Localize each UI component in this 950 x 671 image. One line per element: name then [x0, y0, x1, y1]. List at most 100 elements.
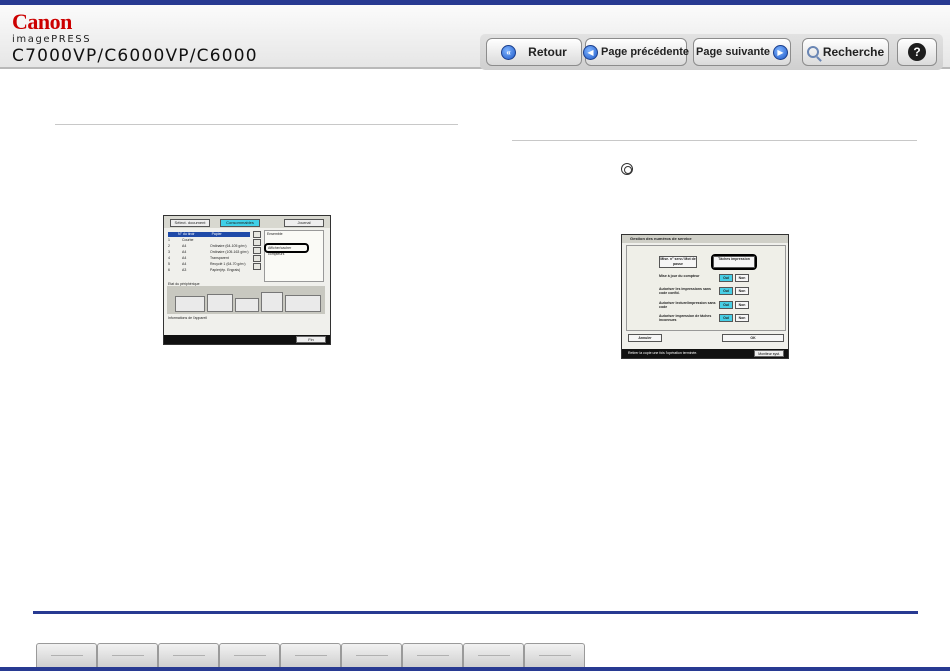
machine-illustration: [167, 286, 325, 314]
list-header-col: N° du tiroir: [178, 232, 195, 236]
highlight-box: Afficher/cacher compteurs: [264, 243, 309, 256]
footer-tab[interactable]: [158, 643, 219, 667]
no-button: Non: [735, 314, 749, 322]
cell: 5: [168, 262, 170, 266]
left-divider: [55, 124, 458, 125]
footer-line: [33, 611, 918, 614]
search-icon: [806, 46, 819, 58]
footer-tab[interactable]: [36, 643, 97, 667]
machine-unit: [207, 294, 233, 312]
option-label: Autoriser les impressions sans code conf…: [659, 287, 711, 295]
password-button: Mise. n° serv./ Mot de passe: [659, 256, 697, 268]
status-message: Retirer la copie une fois l'opération te…: [628, 351, 698, 355]
shot-side-button: [253, 255, 261, 262]
cell: Papier(ép. Engrais): [210, 268, 241, 272]
no-button: Non: [735, 274, 749, 282]
list-item: 3 A4 Ordinaire (105-163 g/m²): [168, 250, 250, 255]
next-label: Page suivante: [696, 46, 770, 58]
cell: A4: [182, 244, 187, 248]
machine-unit: [235, 298, 259, 312]
yes-button: Oui: [719, 301, 733, 309]
yes-button: Oui: [719, 314, 733, 322]
search-label: Recherche: [822, 45, 885, 59]
shot-tab: Consommables: [220, 219, 260, 227]
search-button[interactable]: Recherche: [802, 38, 889, 66]
right-arrow-icon: ▶: [772, 44, 788, 60]
left-arrow-icon: ◀: [582, 44, 598, 60]
shot-list-header: N° du tiroir Papier: [168, 232, 250, 237]
footer-tab[interactable]: [219, 643, 280, 667]
shot-side-buttons: [252, 230, 262, 280]
footer-tab[interactable]: [463, 643, 524, 667]
machine-unit: [261, 292, 283, 312]
double-left-arrow-icon: «: [501, 44, 517, 60]
cell: A4: [182, 256, 187, 260]
panel-title: Ensemble: [267, 232, 283, 236]
cell: 2: [168, 244, 170, 248]
settings-key-icon: [621, 163, 633, 175]
machine-unit: [175, 296, 205, 312]
option-label: Autoriser impression de tâches inconnues: [659, 314, 712, 322]
left-screenshot: Sélect. document Consommables Journal N°…: [163, 215, 331, 345]
right-divider: [512, 140, 917, 141]
help-button[interactable]: ?: [897, 38, 937, 66]
option-label: Autoriser lecture/impression sans code: [659, 301, 716, 309]
cell: Courbe: [182, 238, 194, 242]
footer-tab[interactable]: [524, 643, 585, 667]
cell: Ordinaire (105-163 g/m²): [210, 250, 249, 254]
previous-label: Page précédente: [600, 46, 690, 58]
canon-logo: Canon: [12, 9, 72, 34]
shot-side-button: [253, 263, 261, 270]
product-line: imagePRESS: [12, 34, 92, 45]
back-button[interactable]: « Retour: [486, 38, 582, 66]
shot-footer: Fin: [164, 335, 330, 344]
shot-tab: Sélect. document: [170, 219, 210, 227]
footer-tab[interactable]: [402, 643, 463, 667]
cell: A4: [182, 250, 187, 254]
cell: 1: [168, 238, 170, 242]
list-item: 4 A4 Transparent: [168, 256, 250, 261]
dialog-status: Retirer la copie une fois l'opération te…: [622, 349, 788, 358]
cell: Ordinaire (64-105 g/m²): [210, 244, 247, 248]
dialog-body: Mise. n° serv./ Mot de passe Tâches impr…: [626, 245, 786, 331]
cell: A3: [182, 268, 187, 272]
right-screenshot: Gestion des numéros de service Mise. n° …: [621, 234, 789, 359]
back-label: Retour: [528, 45, 567, 59]
monitor-button: Moniteur syst.: [754, 350, 784, 357]
list-item: 5 A4 Recyclé 1 (64-70 g/m²): [168, 262, 250, 267]
cell: 6: [168, 268, 170, 272]
previous-page-button[interactable]: ◀ Page précédente: [582, 38, 690, 66]
footer-tab[interactable]: [341, 643, 402, 667]
dialog-title: Gestion des numéros de service: [622, 235, 788, 243]
next-page-button[interactable]: Page suivante ▶: [693, 38, 791, 66]
nav-bar: « Retour ◀ Page précédente Page suivante…: [480, 34, 943, 70]
footer-tabstrip: [36, 643, 585, 667]
shot-side-button: [253, 231, 261, 238]
list-item: 1 Courbe: [168, 238, 250, 243]
shot-tab: Journal: [284, 219, 324, 227]
list-item: 2 A4 Ordinaire (64-105 g/m²): [168, 244, 250, 249]
finish-button: Fin: [296, 336, 326, 343]
cell: 3: [168, 250, 170, 254]
help-icon: ?: [908, 43, 926, 61]
print-jobs-button: Tâches impression: [713, 256, 755, 268]
yes-button: Oui: [719, 274, 733, 282]
no-button: Non: [735, 301, 749, 309]
cell: Recyclé 1 (64-70 g/m²): [210, 262, 246, 266]
model-name: C7000VP/C6000VP/C6000: [12, 46, 258, 66]
shot-tabbar: Sélect. document Consommables Journal: [164, 216, 330, 228]
cell: 4: [168, 256, 170, 260]
list-item: 6 A3 Papier(ép. Engrais): [168, 268, 250, 273]
footer-tab[interactable]: [97, 643, 158, 667]
list-header-col: Papier: [211, 232, 222, 236]
status-label: Informations de l'appareil: [168, 316, 207, 320]
yes-button: Oui: [719, 287, 733, 295]
cell: Transparent: [210, 256, 229, 260]
footer-tab[interactable]: [280, 643, 341, 667]
shot-side-button: [253, 247, 261, 254]
no-button: Non: [735, 287, 749, 295]
option-label: Mise à jour du compteur: [659, 274, 700, 278]
ok-button: OK: [722, 334, 784, 342]
cell: A4: [182, 262, 187, 266]
cancel-button: Annuler: [628, 334, 662, 342]
